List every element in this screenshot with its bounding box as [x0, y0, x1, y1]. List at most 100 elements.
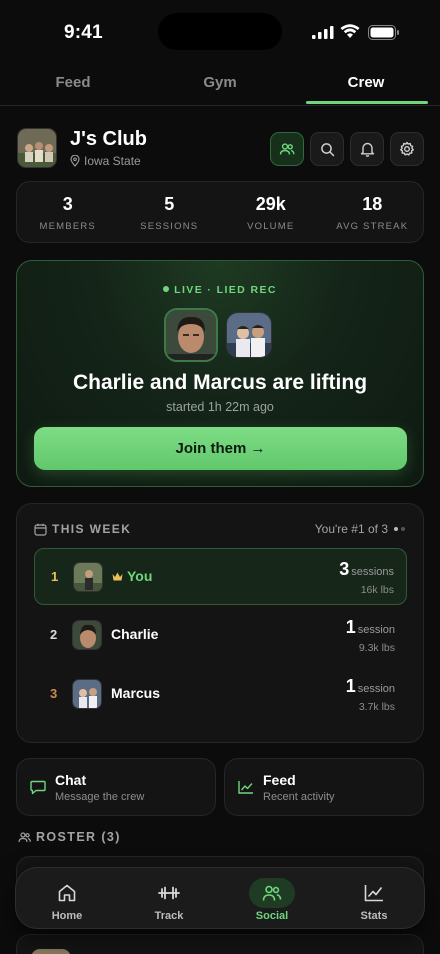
people-icon — [249, 878, 295, 908]
home-icon — [44, 878, 90, 908]
row-rank: 3 — [50, 686, 58, 701]
stat-members: 3 MEMBERS — [17, 182, 119, 242]
session-unit: session — [357, 683, 395, 695]
nav-track[interactable]: Track — [129, 868, 209, 930]
active-tab-indicator — [306, 101, 428, 104]
chat-card[interactable]: Chat Message the crew — [16, 758, 216, 816]
bell-icon — [360, 142, 374, 157]
battery-icon — [368, 25, 399, 40]
nav-social-label: Social — [255, 910, 289, 922]
live-dot-icon — [163, 286, 170, 292]
row-volume: 3.7k lbs — [358, 701, 395, 713]
page-dots-icon — [394, 527, 405, 531]
chat-card-title: Chat — [55, 772, 87, 788]
live-tag-text: LIVE · LIED REC — [174, 284, 277, 296]
row-name: Charlie — [111, 626, 159, 642]
crown-icon — [112, 572, 123, 581]
stat-value: 18 — [362, 194, 383, 214]
leaderboard-row-charlie[interactable]: 2 Charlie 1 session 9.3k lbs — [34, 607, 407, 664]
session-unit: session — [357, 624, 395, 636]
stat-volume: 29k VOLUME — [220, 182, 322, 242]
marcus-avatar-small — [72, 679, 102, 709]
charlie-avatar-small — [72, 620, 102, 650]
club-stats-card: 3 MEMBERS 5 SESSIONS 29k VOLUME 18 AVG S… — [16, 181, 424, 243]
nav-social[interactable]: Social — [232, 868, 312, 930]
search-icon — [320, 142, 334, 156]
stat-label: VOLUME — [247, 221, 295, 232]
live-session-card[interactable]: LIVE · LIED REC Charlie and Marcus are l… — [16, 260, 424, 487]
search-button[interactable] — [310, 132, 344, 166]
row-volume: 9.3k lbs — [358, 642, 395, 654]
leaderboard-rank-summary[interactable]: You're #1 of 3 — [315, 522, 405, 536]
leaderboard-row-you[interactable]: 1 You 3 sessions 16k lbs — [34, 548, 407, 605]
roster-avatar — [31, 949, 71, 954]
gear-icon — [400, 141, 414, 156]
crew-icon — [279, 143, 295, 155]
charlie-avatar[interactable] — [164, 308, 218, 362]
session-count: 1 — [345, 617, 356, 637]
session-count: 1 — [345, 676, 356, 696]
bottom-nav: Home Track Social Stats — [15, 867, 425, 929]
nav-stats-label: Stats — [360, 910, 388, 922]
crew-members-button[interactable] — [270, 132, 304, 166]
roster-people-icon — [18, 832, 31, 843]
stats-icon — [351, 878, 397, 908]
top-tabs: Feed Gym Crew — [0, 62, 440, 106]
row-rank: 1 — [51, 569, 59, 584]
notifications-button[interactable] — [350, 132, 384, 166]
stat-label: MEMBERS — [39, 221, 96, 232]
stat-label: AVG STREAK — [336, 221, 409, 232]
nav-home-label: Home — [51, 910, 83, 922]
nav-stats[interactable]: Stats — [334, 868, 414, 930]
chat-icon — [30, 780, 46, 795]
live-started-time: started 1h 22m ago — [166, 400, 274, 414]
live-location-tag: LIVE · LIED REC — [17, 284, 423, 296]
club-avatar[interactable] — [17, 128, 57, 168]
feed-card-title: Feed — [263, 772, 296, 788]
leaderboard-row-marcus[interactable]: 3 Marcus 1 session 3.7k lbs — [34, 666, 407, 723]
row-rank: 2 — [50, 627, 58, 642]
stat-value: 29k — [255, 194, 286, 214]
club-location-text: Iowa State — [84, 154, 141, 168]
roster-header: ROSTER (3) — [18, 830, 121, 844]
feed-card-subtitle: Recent activity — [263, 791, 335, 803]
row-volume: 16k lbs — [360, 584, 394, 596]
roster-title: ROSTER (3) — [36, 830, 121, 844]
you-avatar — [73, 562, 103, 592]
cellular-signal-icon — [312, 26, 334, 39]
calendar-icon — [34, 523, 47, 536]
feed-card[interactable]: Feed Recent activity — [224, 758, 424, 816]
row-sessions: 1 session — [346, 617, 395, 638]
stat-label: SESSIONS — [140, 221, 199, 232]
stat-avg-streak: 18 AVG STREAK — [322, 182, 424, 242]
tab-crew[interactable]: Crew — [320, 74, 412, 91]
nav-home[interactable]: Home — [27, 868, 107, 930]
club-location: Iowa State — [70, 154, 141, 168]
session-count: 3 — [339, 559, 350, 579]
live-title: Charlie and Marcus are lifting — [72, 371, 368, 394]
status-bar: 9:41 — [0, 0, 440, 62]
marcus-avatar[interactable] — [226, 312, 272, 358]
nav-track-label: Track — [154, 910, 184, 922]
tab-feed[interactable]: Feed — [28, 74, 118, 91]
join-them-button[interactable]: Join them → — [34, 427, 407, 470]
rank-text: You're #1 of 3 — [314, 522, 388, 536]
wifi-icon — [340, 24, 360, 38]
tab-gym[interactable]: Gym — [175, 74, 265, 91]
leaderboard-title: THIS WEEK — [52, 522, 132, 536]
row-name-text: You — [127, 568, 153, 584]
weekly-leaderboard-card: THIS WEEK You're #1 of 3 1 You 3 sessions… — [16, 503, 424, 743]
roster-list-item[interactable] — [16, 934, 424, 954]
chart-icon — [238, 781, 253, 794]
status-time: 9:41 — [64, 22, 103, 43]
row-sessions: 3 sessions — [339, 559, 394, 580]
chat-card-subtitle: Message the crew — [55, 791, 145, 803]
row-name: Marcus — [111, 685, 161, 701]
settings-button[interactable] — [390, 132, 424, 166]
session-unit: sessions — [351, 566, 394, 578]
row-name: You — [112, 568, 152, 584]
dumbbell-icon — [146, 878, 192, 908]
stat-sessions: 5 SESSIONS — [119, 182, 221, 242]
stat-value: 3 — [62, 194, 73, 214]
location-pin-icon — [70, 155, 80, 167]
